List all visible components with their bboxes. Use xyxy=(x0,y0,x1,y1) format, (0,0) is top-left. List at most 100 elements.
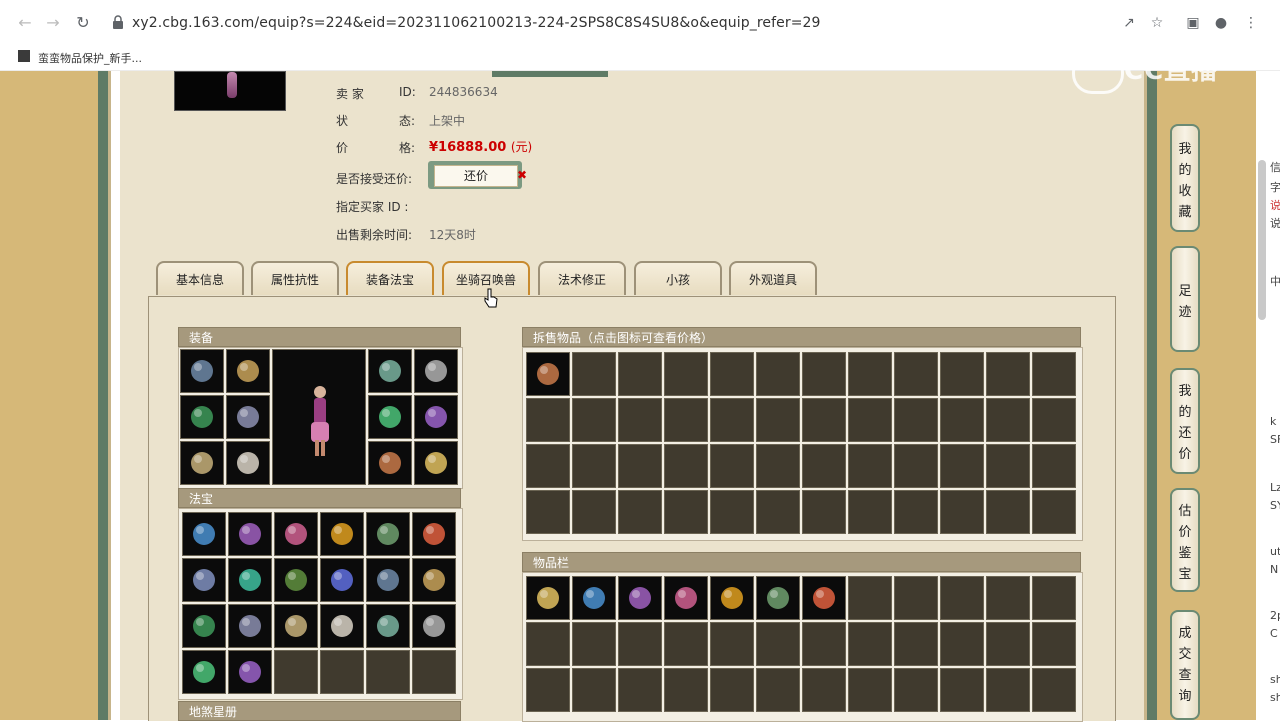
sale-item-slot[interactable] xyxy=(940,444,984,488)
equipment-slot[interactable] xyxy=(368,441,412,485)
sale-item-slot[interactable] xyxy=(802,352,846,396)
scrollbar-thumb[interactable] xyxy=(1258,160,1266,320)
inventory-slot[interactable] xyxy=(618,622,662,666)
equipment-slot[interactable] xyxy=(180,441,224,485)
sale-item-slot[interactable] xyxy=(664,444,708,488)
equipment-slot[interactable] xyxy=(226,441,270,485)
magic-treasure-slot[interactable] xyxy=(228,650,272,694)
sale-item-slot[interactable] xyxy=(526,444,570,488)
sale-item-slot[interactable] xyxy=(526,490,570,534)
magic-treasure-slot[interactable] xyxy=(182,558,226,602)
inventory-slot[interactable] xyxy=(756,622,800,666)
equipment-slot[interactable] xyxy=(368,349,412,393)
magic-treasure-slot[interactable] xyxy=(320,650,364,694)
sale-item-slot[interactable] xyxy=(894,444,938,488)
magic-treasure-slot[interactable] xyxy=(182,512,226,556)
equipment-slot[interactable] xyxy=(414,441,458,485)
sale-item-slot[interactable] xyxy=(572,444,616,488)
magic-treasure-slot[interactable] xyxy=(366,512,410,556)
sale-item-slot[interactable] xyxy=(526,398,570,442)
tab-spell-correction[interactable]: 法术修正 xyxy=(538,261,626,295)
inventory-slot[interactable] xyxy=(848,668,892,712)
magic-treasure-slot[interactable] xyxy=(320,558,364,602)
inventory-slot[interactable] xyxy=(802,622,846,666)
inventory-slot[interactable] xyxy=(802,576,846,620)
inventory-slot[interactable] xyxy=(986,576,1030,620)
sale-item-slot[interactable] xyxy=(618,490,662,534)
sidebar-appraisal[interactable]: 估 价 鉴 宝 xyxy=(1170,488,1200,592)
address-bar[interactable]: xy2.cbg.163.com/equip?s=224&eid=20231106… xyxy=(132,15,821,31)
sale-item-slot[interactable] xyxy=(894,352,938,396)
sale-item-slot[interactable] xyxy=(940,398,984,442)
sale-item-slot[interactable] xyxy=(1032,352,1076,396)
sale-item-slot[interactable] xyxy=(802,490,846,534)
magic-treasure-slot[interactable] xyxy=(274,558,318,602)
sale-item-slot[interactable] xyxy=(664,490,708,534)
sale-item-slot[interactable] xyxy=(940,490,984,534)
sale-item-slot[interactable] xyxy=(756,398,800,442)
inventory-slot[interactable] xyxy=(1032,576,1076,620)
magic-treasure-slot[interactable] xyxy=(274,650,318,694)
magic-treasure-slot[interactable] xyxy=(366,604,410,648)
inventory-slot[interactable] xyxy=(986,668,1030,712)
sidebar-footprints[interactable]: 足 迹 xyxy=(1170,246,1200,352)
sale-item-slot[interactable] xyxy=(526,352,570,396)
inventory-slot[interactable] xyxy=(572,668,616,712)
bookmark-item[interactable]: 蛮蛮物品保护_新手... xyxy=(38,50,142,66)
reload-icon[interactable]: ↻ xyxy=(72,12,94,34)
sidebar-my-counter-offers[interactable]: 我 的 还 价 xyxy=(1170,368,1200,474)
inventory-slot[interactable] xyxy=(710,576,754,620)
inventory-slot[interactable] xyxy=(618,668,662,712)
close-icon[interactable]: ✖ xyxy=(517,168,527,182)
magic-treasure-slot[interactable] xyxy=(182,650,226,694)
equipment-slot[interactable] xyxy=(180,349,224,393)
sale-item-slot[interactable] xyxy=(756,444,800,488)
sale-item-slot[interactable] xyxy=(756,490,800,534)
magic-treasure-slot[interactable] xyxy=(320,512,364,556)
inventory-slot[interactable] xyxy=(664,576,708,620)
counter-offer-button-label[interactable]: 还价 xyxy=(434,165,518,187)
counter-offer-button[interactable]: 还价 xyxy=(428,161,522,189)
inventory-slot[interactable] xyxy=(940,576,984,620)
sale-item-slot[interactable] xyxy=(572,490,616,534)
inventory-slot[interactable] xyxy=(756,668,800,712)
inventory-slot[interactable] xyxy=(1032,668,1076,712)
magic-treasure-slot[interactable] xyxy=(182,604,226,648)
inventory-slot[interactable] xyxy=(526,576,570,620)
sale-item-slot[interactable] xyxy=(986,352,1030,396)
magic-treasure-slot[interactable] xyxy=(274,512,318,556)
sale-item-slot[interactable] xyxy=(572,398,616,442)
magic-treasure-slot[interactable] xyxy=(274,604,318,648)
equipment-slot[interactable] xyxy=(414,349,458,393)
magic-treasure-slot[interactable] xyxy=(412,512,456,556)
magic-treasure-slot[interactable] xyxy=(412,558,456,602)
inventory-slot[interactable] xyxy=(664,668,708,712)
inventory-slot[interactable] xyxy=(710,622,754,666)
sale-item-slot[interactable] xyxy=(848,490,892,534)
sale-item-slot[interactable] xyxy=(618,352,662,396)
sale-item-slot[interactable] xyxy=(1032,398,1076,442)
profile-icon[interactable]: ● xyxy=(1212,14,1230,32)
inventory-slot[interactable] xyxy=(848,622,892,666)
inventory-slot[interactable] xyxy=(986,622,1030,666)
inventory-slot[interactable] xyxy=(664,622,708,666)
inventory-slot[interactable] xyxy=(526,668,570,712)
forward-icon[interactable]: → xyxy=(42,12,64,34)
magic-treasure-slot[interactable] xyxy=(366,558,410,602)
sidebar-toggle-icon[interactable]: ▣ xyxy=(1184,14,1202,32)
sale-item-slot[interactable] xyxy=(986,398,1030,442)
menu-icon[interactable]: ⋮ xyxy=(1242,14,1260,32)
equipment-slot[interactable] xyxy=(226,395,270,439)
sale-item-slot[interactable] xyxy=(710,398,754,442)
back-icon[interactable]: ← xyxy=(14,12,36,34)
inventory-slot[interactable] xyxy=(848,576,892,620)
inventory-slot[interactable] xyxy=(618,576,662,620)
sale-item-slot[interactable] xyxy=(848,444,892,488)
sale-item-slot[interactable] xyxy=(894,490,938,534)
sale-item-slot[interactable] xyxy=(802,444,846,488)
tab-child[interactable]: 小孩 xyxy=(634,261,722,295)
magic-treasure-slot[interactable] xyxy=(412,650,456,694)
inventory-slot[interactable] xyxy=(526,622,570,666)
sale-item-slot[interactable] xyxy=(618,444,662,488)
sale-item-slot[interactable] xyxy=(848,398,892,442)
